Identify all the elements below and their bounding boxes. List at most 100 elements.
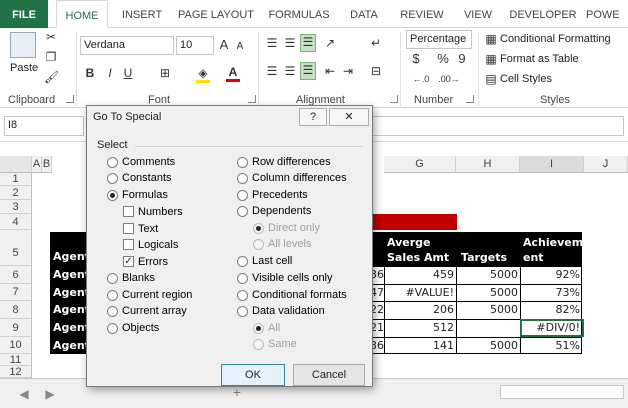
radio-comments[interactable] — [107, 157, 118, 168]
col-header-h[interactable]: H — [456, 156, 520, 173]
radio-precedents[interactable] — [237, 190, 248, 201]
horizontal-scrollbar[interactable] — [500, 385, 624, 399]
row-header[interactable]: 3 — [0, 200, 32, 214]
currency-button[interactable]: $ — [410, 52, 422, 66]
radio-objects[interactable] — [107, 323, 118, 334]
shrink-font-icon[interactable]: A — [234, 40, 246, 54]
option-numbers-label[interactable]: Numbers — [138, 206, 183, 219]
close-button[interactable]: ✕ — [329, 108, 369, 126]
option-constants-label[interactable]: Constants — [122, 172, 172, 185]
prev-sheet-icon[interactable]: ◀ — [18, 387, 30, 401]
radio-last-cell[interactable] — [237, 256, 248, 267]
option-column-differences-label[interactable]: Column differences — [252, 172, 347, 185]
option-comments-label[interactable]: Comments — [122, 156, 175, 169]
row-header[interactable]: 5 — [0, 230, 32, 266]
option-last-cell-label[interactable]: Last cell — [252, 255, 292, 268]
checkbox-errors[interactable]: ✓ — [123, 256, 134, 267]
option-all-levels-label[interactable]: All levels — [268, 238, 311, 251]
row-header[interactable]: 12 — [0, 366, 32, 378]
copy-icon[interactable]: ❐ — [44, 50, 58, 64]
option-direct-only-label[interactable]: Direct only — [268, 222, 320, 235]
align-left-icon[interactable]: ☰ — [264, 64, 280, 78]
radio-column-differences[interactable] — [237, 173, 248, 184]
select-all-corner[interactable] — [0, 156, 32, 173]
option-logicals-label[interactable]: Logicals — [138, 239, 178, 252]
format-painter-icon[interactable]: 🖌 — [44, 70, 59, 84]
row-header[interactable]: 4 — [0, 214, 32, 230]
align-middle-icon[interactable]: ☰ — [282, 36, 298, 50]
radio-all[interactable] — [253, 323, 264, 334]
tab-page-layout[interactable]: PAGE LAYOUT — [174, 0, 258, 28]
radio-current-region[interactable] — [107, 290, 118, 301]
orientation-icon[interactable]: ↗ — [322, 36, 338, 50]
ok-button[interactable]: OK — [221, 364, 285, 386]
option-errors-label[interactable]: Errors — [138, 256, 168, 269]
row-header[interactable]: 6 — [0, 266, 32, 284]
align-center-icon[interactable]: ☰ — [282, 64, 298, 78]
font-launcher-icon[interactable] — [248, 95, 256, 103]
italic-button[interactable]: I — [104, 66, 116, 80]
radio-data-validation[interactable] — [237, 306, 248, 317]
radio-dependents[interactable] — [237, 206, 248, 217]
tab-formulas[interactable]: FORMULAS — [264, 0, 334, 28]
radio-visible-cells-only[interactable] — [237, 273, 248, 284]
radio-direct-only[interactable] — [253, 223, 264, 234]
option-row-differences-label[interactable]: Row differences — [252, 156, 331, 169]
row-header[interactable]: 10 — [0, 337, 32, 354]
grow-font-icon[interactable]: A — [218, 38, 230, 52]
cancel-button[interactable]: Cancel — [293, 364, 365, 386]
decrease-decimal-icon[interactable]: .00→ — [438, 72, 460, 86]
font-name-select[interactable]: Verdana — [80, 36, 174, 55]
wrap-text-icon[interactable]: ↵ — [368, 36, 384, 50]
radio-constants[interactable] — [107, 173, 118, 184]
increase-decimal-icon[interactable]: ←.0 — [410, 72, 432, 86]
tab-review[interactable]: REVIEW — [394, 0, 450, 28]
align-bottom-icon[interactable]: ☰ — [300, 34, 316, 52]
radio-blanks[interactable] — [107, 273, 118, 284]
option-precedents-label[interactable]: Precedents — [252, 189, 308, 202]
conditional-formatting-button[interactable]: Conditional Formatting — [500, 33, 611, 45]
tab-home[interactable]: HOME — [56, 0, 108, 28]
tab-power[interactable]: POWE — [586, 0, 628, 28]
radio-conditional-formats[interactable] — [237, 290, 248, 301]
next-sheet-icon[interactable]: ▶ — [44, 387, 56, 401]
option-conditional-formats-label[interactable]: Conditional formats — [252, 289, 347, 302]
paste-icon[interactable] — [10, 32, 36, 58]
increase-indent-icon[interactable]: ⇥ — [340, 64, 356, 78]
merge-center-icon[interactable]: ⊟ — [368, 64, 384, 78]
row-header[interactable]: 1 — [0, 173, 32, 186]
cell-styles-button[interactable]: Cell Styles — [500, 73, 552, 85]
format-as-table-icon[interactable]: ▦ — [484, 52, 498, 66]
number-format-select[interactable]: Percentage — [406, 30, 472, 49]
radio-same[interactable] — [253, 339, 264, 350]
font-size-select[interactable]: 10 — [176, 36, 214, 55]
align-top-icon[interactable]: ☰ — [264, 36, 280, 50]
borders-icon[interactable]: ⊞ — [158, 66, 172, 80]
option-all-label[interactable]: All — [268, 322, 280, 335]
option-same-label[interactable]: Same — [268, 338, 297, 351]
option-current-region-label[interactable]: Current region — [122, 289, 192, 302]
checkbox-text[interactable] — [123, 223, 134, 234]
underline-button[interactable]: U — [122, 66, 134, 80]
radio-formulas[interactable] — [107, 190, 118, 201]
tab-file[interactable]: FILE — [0, 0, 48, 28]
fill-color-icon[interactable]: ◈ — [196, 66, 210, 83]
name-box[interactable]: I8 — [4, 116, 84, 136]
col-header-b[interactable]: B — [42, 156, 52, 173]
formula-input[interactable] — [370, 116, 624, 136]
row-header[interactable]: 7 — [0, 284, 32, 301]
tab-data[interactable]: DATA — [340, 0, 388, 28]
radio-row-differences[interactable] — [237, 157, 248, 168]
add-sheet-icon[interactable]: + — [230, 385, 244, 399]
number-launcher-icon[interactable] — [466, 95, 474, 103]
row-header[interactable]: 11 — [0, 354, 32, 366]
col-header-j[interactable]: J — [584, 156, 628, 173]
paste-button[interactable]: Paste — [10, 62, 38, 74]
bold-button[interactable]: B — [84, 66, 96, 80]
col-header-g[interactable]: G — [384, 156, 456, 173]
cell-styles-icon[interactable]: ▤ — [484, 72, 498, 86]
option-blanks-label[interactable]: Blanks — [122, 272, 155, 285]
radio-current-array[interactable] — [107, 306, 118, 317]
option-text-label[interactable]: Text — [138, 223, 158, 236]
row-header[interactable]: 8 — [0, 301, 32, 319]
